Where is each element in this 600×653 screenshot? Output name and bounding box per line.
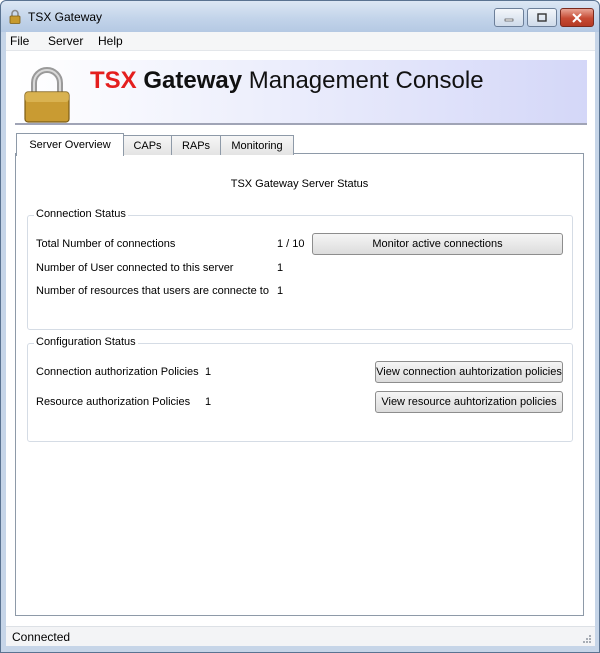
maximize-icon — [537, 12, 547, 22]
tab-server-overview[interactable]: Server Overview — [16, 133, 124, 156]
view-resource-policies-button[interactable]: View resource auhtorization policies — [375, 391, 563, 413]
resize-grip-icon[interactable] — [582, 634, 592, 644]
title-bar[interactable]: TSX Gateway — [1, 1, 599, 32]
users-connected-label: Number of User connected to this server — [36, 262, 234, 274]
console-title: TSX Gateway Management Console — [90, 67, 484, 95]
close-icon — [572, 12, 582, 23]
tab-raps[interactable]: RAPs — [171, 135, 221, 155]
title-tsx: TSX — [90, 67, 137, 94]
connection-status-legend: Connection Status — [34, 208, 128, 220]
resource-policies-label: Resource authorization Policies — [36, 396, 191, 408]
connection-policies-label: Connection authorization Policies — [36, 366, 199, 378]
title-gateway: Gateway — [143, 67, 243, 94]
minimize-button[interactable] — [494, 8, 524, 27]
status-text: Connected — [12, 630, 71, 644]
connection-policies-value: 1 — [205, 366, 212, 378]
configuration-status-group: Configuration Status Connection authoriz… — [27, 336, 573, 442]
view-connection-policies-button[interactable]: View connection auhtorization policies — [375, 361, 563, 383]
lock-app-icon — [9, 9, 21, 24]
title-management-console: Management Console — [248, 67, 484, 94]
menu-file[interactable]: File — [10, 34, 29, 48]
connection-status-group: Connection Status Total Number of connec… — [27, 208, 573, 330]
users-connected-value: 1 — [277, 262, 284, 274]
status-bar: Connected — [6, 626, 595, 646]
maximize-button[interactable] — [527, 8, 557, 27]
tab-caps[interactable]: CAPs — [123, 135, 172, 155]
menu-server[interactable]: Server — [48, 34, 83, 48]
tab-panel-server-overview: TSX Gateway Server Status Connection Sta… — [15, 153, 584, 616]
total-connections-value: 1 / 10 — [277, 238, 305, 250]
configuration-status-legend: Configuration Status — [34, 336, 138, 348]
menu-help[interactable]: Help — [98, 34, 123, 48]
client-area: File Server Help TSX Gateway Management … — [6, 32, 595, 646]
resource-policies-value: 1 — [205, 396, 212, 408]
minimize-icon — [504, 18, 514, 21]
close-button[interactable] — [560, 8, 594, 27]
tab-monitoring[interactable]: Monitoring — [220, 135, 294, 155]
monitor-active-connections-button[interactable]: Monitor active connections — [312, 233, 563, 255]
banner-divider — [15, 123, 587, 125]
padlock-icon — [24, 67, 70, 123]
server-status-heading: TSX Gateway Server Status — [230, 178, 369, 190]
total-connections-label: Total Number of connections — [36, 238, 176, 250]
resources-connected-label: Number of resources that users are conne… — [36, 285, 269, 297]
window-title: TSX Gateway — [28, 10, 103, 24]
resources-connected-value: 1 — [277, 285, 284, 297]
menu-bar: File Server Help — [6, 32, 595, 51]
app-window: TSX Gateway File Server Help TSX Gateway… — [0, 0, 600, 653]
